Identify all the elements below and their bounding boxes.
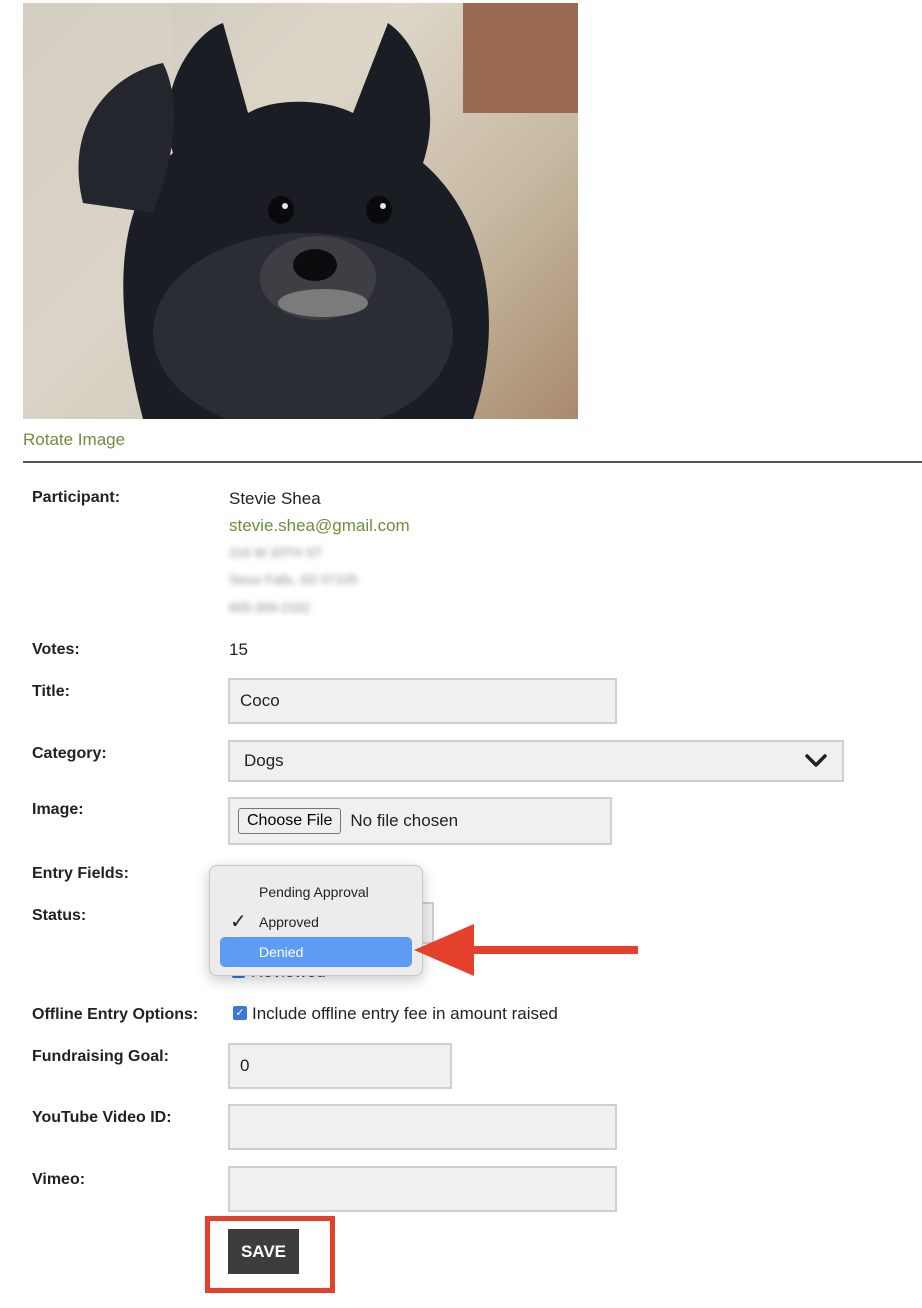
offline-fee-checkbox[interactable]: ✓ (233, 1006, 247, 1020)
image-file-input: Choose File No file chosen (228, 797, 612, 845)
category-selected-value: Dogs (244, 751, 284, 770)
option-label: Approved (259, 914, 319, 930)
option-label: Denied (259, 944, 304, 960)
title-label: Title: (32, 683, 70, 700)
votes-value: 15 (229, 640, 248, 659)
participant-address-line2: Sioux Falls, SD 57105 (229, 572, 358, 587)
status-option-approved[interactable]: ✓ Approved (210, 907, 422, 937)
participant-name: Stevie Shea (229, 489, 321, 508)
choose-file-button[interactable]: Choose File (238, 808, 342, 834)
status-label: Status: (32, 907, 87, 924)
status-option-denied[interactable]: Denied (220, 937, 412, 967)
fundraising-goal-input[interactable] (228, 1043, 452, 1089)
participant-phone: 605-359-2162 (229, 600, 310, 615)
save-button[interactable]: SAVE (228, 1229, 299, 1274)
vimeo-input[interactable] (228, 1166, 617, 1212)
annotation-arrow-icon (414, 924, 638, 976)
youtube-video-id-label: YouTube Video ID: (32, 1109, 172, 1126)
image-label: Image: (32, 801, 84, 818)
entry-photo (23, 3, 578, 419)
file-status-text: No file chosen (350, 811, 459, 830)
entry-fields-label: Entry Fields: (32, 865, 129, 882)
vimeo-label: Vimeo: (32, 1171, 86, 1188)
status-dropdown-menu: Pending Approval ✓ Approved Denied (209, 865, 423, 976)
option-label: Pending Approval (259, 884, 369, 900)
participant-label: Participant: (32, 489, 121, 506)
section-divider (23, 461, 922, 463)
votes-label: Votes: (32, 641, 80, 658)
title-input[interactable] (228, 678, 617, 724)
checkmark-icon: ✓ (230, 911, 247, 933)
fundraising-goal-label: Fundraising Goal: (32, 1048, 169, 1065)
status-option-pending-approval[interactable]: Pending Approval (210, 877, 422, 907)
category-label: Category: (32, 745, 107, 762)
youtube-video-id-input[interactable] (228, 1104, 617, 1150)
participant-email-link[interactable]: stevie.shea@gmail.com (229, 516, 410, 536)
offline-entry-label: Offline Entry Options: (32, 1006, 199, 1023)
participant-address-line1: 216 W 20TH ST (229, 545, 323, 560)
dog-illustration (23, 3, 578, 419)
category-select[interactable]: Dogs (228, 740, 844, 782)
chevron-down-icon (805, 754, 827, 767)
rotate-image-link[interactable]: Rotate Image (23, 430, 125, 450)
offline-fee-checkbox-label: Include offline entry fee in amount rais… (252, 1004, 558, 1023)
